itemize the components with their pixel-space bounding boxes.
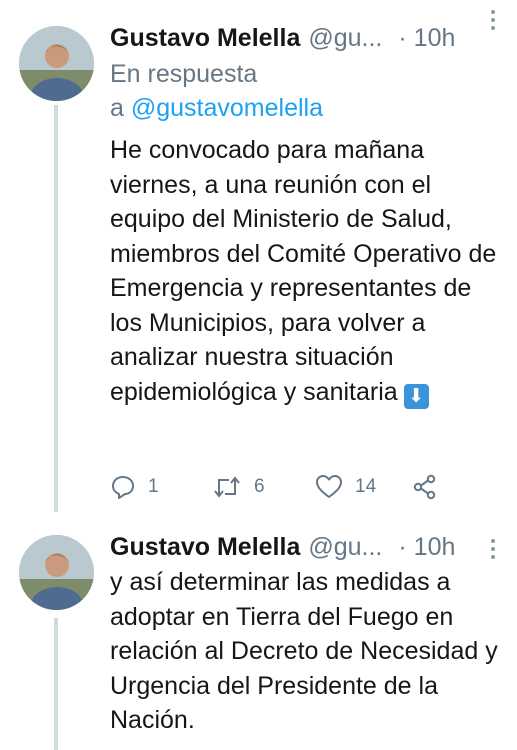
reply-button[interactable]: 1 [110,472,159,502]
like-button[interactable]: 14 [315,472,376,502]
avatar[interactable] [19,26,94,101]
share-button[interactable] [412,472,438,502]
tweet-header: Gustavo Melella @gu... · 10h [110,529,507,565]
tweet-content: Gustavo Melella @gu... · 10h En respuest… [110,20,507,409]
replying-a: a [110,94,131,122]
thread-line [54,105,58,512]
avatar[interactable] [19,535,94,610]
heart-icon [316,475,342,498]
thread-line [54,618,58,750]
author-handle[interactable]: @gu... [308,20,382,56]
author-name[interactable]: Gustavo Melella [110,529,300,565]
tweet[interactable]: Gustavo Melella @gu... · 10h y así deter… [0,512,517,750]
share-icon [413,474,436,500]
tweet-text: y así determinar las medidas a adoptar e… [110,568,498,734]
reply-count: 1 [148,476,159,497]
retweet-icon [214,476,240,498]
author-name[interactable]: Gustavo Melella [110,20,300,56]
reply-icon [112,476,134,499]
tweet-text-body: He convocado para mañana viernes, a una … [110,136,497,406]
tweet-timestamp[interactable]: · 10h [398,529,455,565]
like-count: 14 [355,476,377,497]
more-vertical-icon[interactable] [491,539,495,559]
retweet-button[interactable]: 6 [212,472,265,502]
tweet-timestamp[interactable]: · 10h [398,20,455,56]
tweet-header: Gustavo Melella @gu... · 10h [110,20,507,56]
author-handle[interactable]: @gu... [308,529,382,565]
tweet-actions: 1 6 14 [110,472,450,502]
down-arrow-emoji-icon: ⬇ [403,383,429,409]
replying-line2: a @gustavomelella [110,91,507,125]
retweet-count: 6 [254,476,265,497]
replying-to: En respuesta a @gustavomelella [110,57,507,125]
tweet-content: Gustavo Melella @gu... · 10h y así deter… [110,529,507,738]
replying-prefix: En respuesta [110,60,258,88]
tweet[interactable]: Gustavo Melella @gu... · 10h En respuest… [0,0,517,512]
more-vertical-icon[interactable] [491,10,495,30]
tweet-text: He convocado para mañana viernes, a una … [110,133,507,409]
replying-mention-link[interactable]: @gustavomelella [131,94,323,122]
